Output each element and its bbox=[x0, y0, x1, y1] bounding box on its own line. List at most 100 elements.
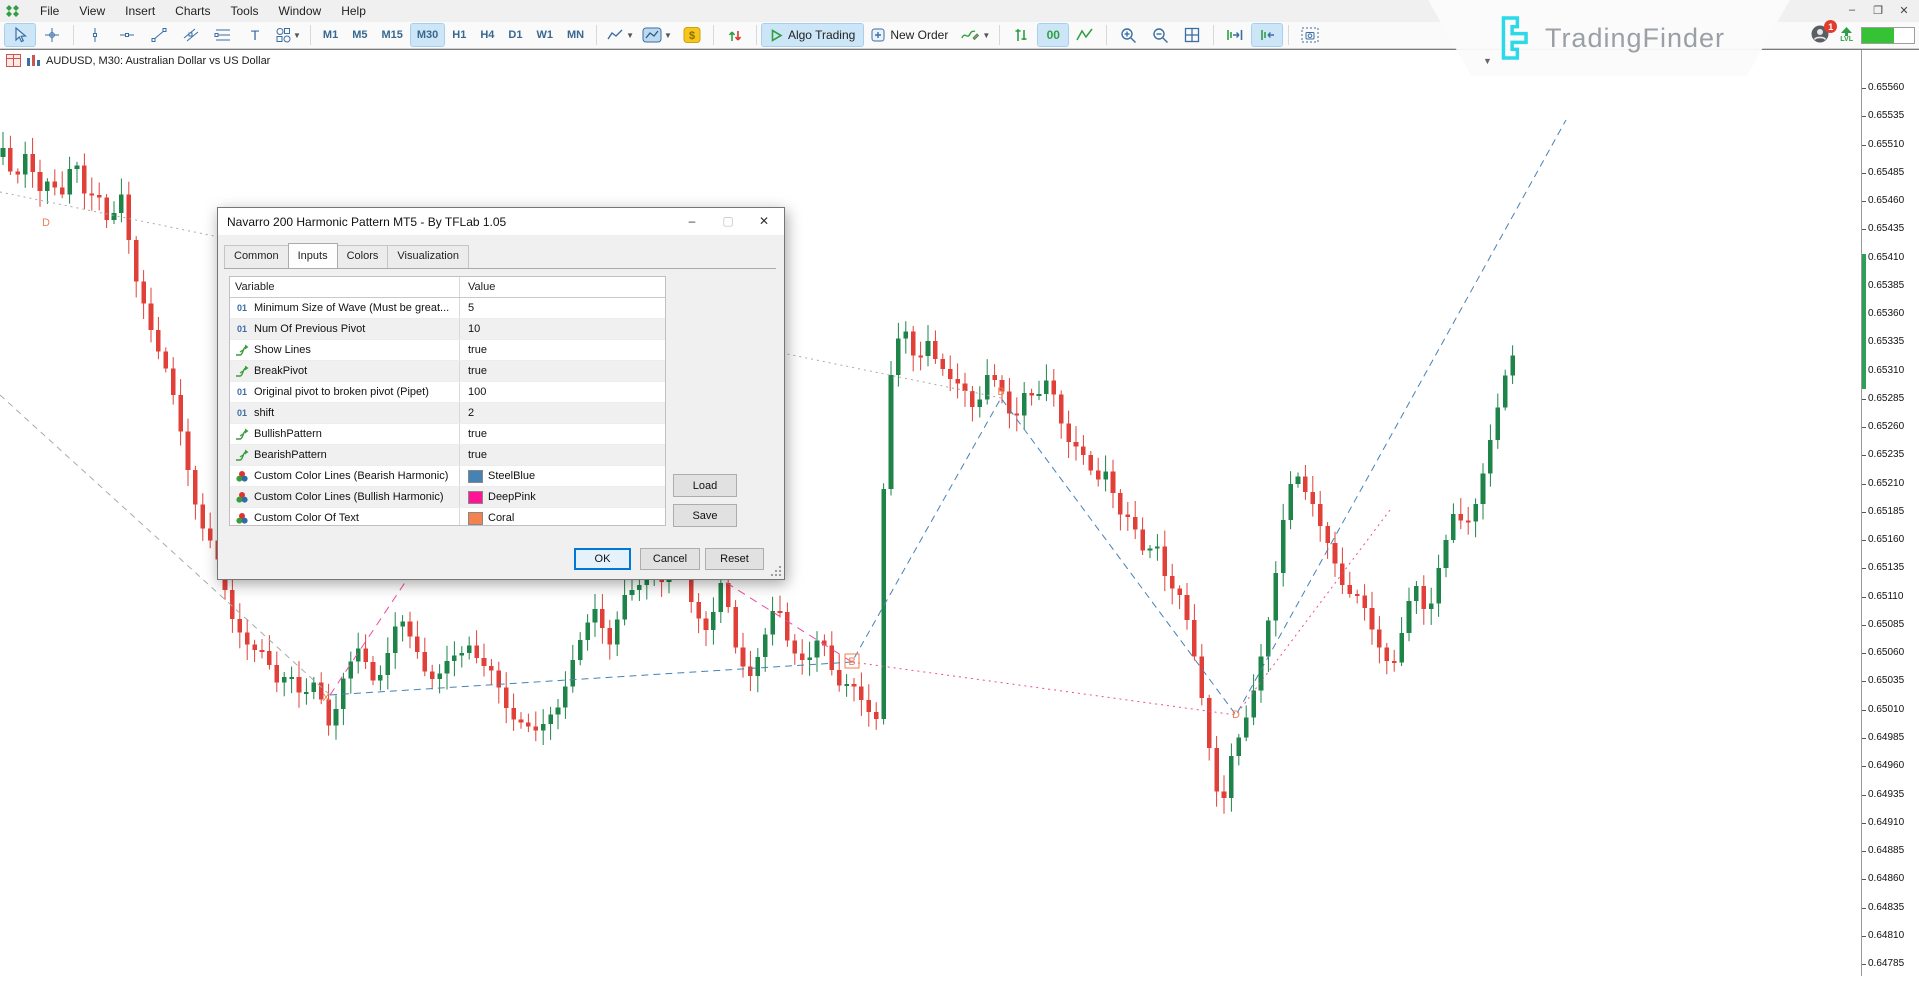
indicator-window-button[interactable]: ▼ bbox=[639, 24, 675, 46]
param-value-cell[interactable]: SteelBlue bbox=[460, 466, 665, 486]
chart-properties-icon[interactable] bbox=[6, 54, 21, 67]
algo-trading-button[interactable]: Algo Trading bbox=[762, 24, 863, 46]
cancel-button[interactable]: Cancel bbox=[640, 548, 700, 570]
tab-divider bbox=[224, 268, 776, 269]
param-value: DeepPink bbox=[488, 487, 536, 507]
load-button[interactable]: Load bbox=[673, 474, 737, 497]
param-value-cell[interactable]: true bbox=[460, 340, 665, 360]
tab-common[interactable]: Common bbox=[224, 245, 289, 268]
buy-sell-arrows-icon[interactable] bbox=[720, 24, 750, 46]
param-row[interactable]: BearishPatterntrue bbox=[230, 445, 665, 466]
zigzag-icon[interactable] bbox=[1070, 24, 1100, 46]
timeframe-w1[interactable]: W1 bbox=[530, 24, 559, 46]
param-value-cell[interactable]: 5 bbox=[460, 298, 665, 318]
tick-chart-button[interactable]: 00 bbox=[1038, 24, 1068, 46]
shapes-tool-button[interactable]: ▼ bbox=[272, 24, 304, 46]
param-row[interactable]: Custom Color Of TextCoral bbox=[230, 508, 665, 526]
price-tick: 0.64935 bbox=[1868, 789, 1904, 800]
param-value-cell[interactable]: DeepPink bbox=[460, 487, 665, 507]
timeframe-d1[interactable]: D1 bbox=[502, 24, 528, 46]
price-tick: 0.65435 bbox=[1868, 223, 1904, 234]
dialog-close-button[interactable]: ✕ bbox=[746, 210, 782, 232]
timeframe-h4[interactable]: H4 bbox=[474, 24, 500, 46]
timeframe-mn[interactable]: MN bbox=[561, 24, 590, 46]
param-value-cell[interactable]: true bbox=[460, 424, 665, 444]
text-tool-button[interactable]: T bbox=[240, 24, 270, 46]
tab-inputs[interactable]: Inputs bbox=[288, 243, 338, 268]
price-tick: 0.65010 bbox=[1868, 704, 1904, 715]
price-tick: 0.65510 bbox=[1868, 139, 1904, 150]
window-close-button[interactable]: ✕ bbox=[1891, 0, 1917, 20]
menu-file[interactable]: File bbox=[30, 1, 69, 21]
algo-trading-label: Algo Trading bbox=[788, 28, 855, 42]
price-axis[interactable]: 0.655600.655350.655100.654850.654600.654… bbox=[1861, 50, 1919, 976]
screenshot-button[interactable] bbox=[1295, 24, 1325, 46]
price-tick: 0.64835 bbox=[1868, 902, 1904, 913]
param-value-cell[interactable]: 2 bbox=[460, 403, 665, 423]
param-row[interactable]: 01Minimum Size of Wave (Must be great...… bbox=[230, 298, 665, 319]
param-name: Custom Color Lines (Bearish Harmonic) bbox=[254, 466, 448, 486]
param-row[interactable]: BreakPivottrue bbox=[230, 361, 665, 382]
param-row[interactable]: Custom Color Lines (Bullish Harmonic)Dee… bbox=[230, 487, 665, 508]
param-row[interactable]: 01Num Of Previous Pivot10 bbox=[230, 319, 665, 340]
crosshair-tool-button[interactable] bbox=[37, 24, 67, 46]
cursor-tool-button[interactable] bbox=[5, 24, 35, 46]
depth-of-market-icon[interactable] bbox=[1006, 24, 1036, 46]
tab-visualization[interactable]: Visualization bbox=[387, 245, 469, 268]
param-value-cell[interactable]: true bbox=[460, 361, 665, 381]
param-row[interactable]: Show Linestrue bbox=[230, 340, 665, 361]
param-row[interactable]: 01Original pivot to broken pivot (Pipet)… bbox=[230, 382, 665, 403]
window-restore-button[interactable]: ❐ bbox=[1865, 0, 1891, 20]
chart-mini-icon[interactable] bbox=[26, 54, 41, 67]
add-indicator-button[interactable]: ▼ bbox=[957, 24, 993, 46]
param-row[interactable]: Custom Color Lines (Bearish Harmonic) Ste… bbox=[230, 466, 665, 487]
window-minimize-button[interactable]: – bbox=[1839, 0, 1865, 20]
trendline-tool-button[interactable] bbox=[144, 24, 174, 46]
param-value-cell[interactable]: true bbox=[460, 445, 665, 465]
level-indicator[interactable]: LVL bbox=[1840, 27, 1853, 43]
param-value-cell[interactable]: Coral bbox=[460, 508, 665, 526]
timeframe-h1[interactable]: H1 bbox=[446, 24, 472, 46]
notifications-button[interactable]: 1 bbox=[1810, 24, 1832, 46]
pivot-label-X: X bbox=[322, 692, 330, 704]
menu-window[interactable]: Window bbox=[269, 1, 332, 21]
param-row[interactable]: 01shift2 bbox=[230, 403, 665, 424]
menu-charts[interactable]: Charts bbox=[165, 1, 220, 21]
dialog-resize-grip[interactable] bbox=[770, 565, 782, 577]
timeframe-m15[interactable]: M15 bbox=[375, 24, 408, 46]
param-value-cell[interactable]: 100 bbox=[460, 382, 665, 402]
timeframe-m30[interactable]: M30 bbox=[411, 24, 444, 46]
auto-scroll-button[interactable] bbox=[1220, 24, 1250, 46]
toolbar-separator bbox=[713, 25, 714, 45]
chevron-down-icon: ▼ bbox=[664, 31, 672, 40]
zoom-in-button[interactable] bbox=[1113, 24, 1143, 46]
menu-view[interactable]: View bbox=[69, 1, 115, 21]
tile-windows-button[interactable] bbox=[1177, 24, 1207, 46]
param-value-cell[interactable]: 10 bbox=[460, 319, 665, 339]
reset-button[interactable]: Reset bbox=[705, 548, 764, 570]
menu-insert[interactable]: Insert bbox=[115, 1, 165, 21]
ok-button[interactable]: OK bbox=[574, 548, 631, 570]
save-button[interactable]: Save bbox=[673, 504, 737, 527]
menu-tools[interactable]: Tools bbox=[221, 1, 269, 21]
menu-help[interactable]: Help bbox=[331, 1, 376, 21]
timeframe-m5[interactable]: M5 bbox=[346, 24, 373, 46]
toolbar-separator bbox=[310, 25, 311, 45]
channel-tool-button[interactable] bbox=[176, 24, 206, 46]
zoom-out-button[interactable] bbox=[1145, 24, 1175, 46]
chart-shift-button[interactable] bbox=[1252, 24, 1282, 46]
param-row[interactable]: BullishPatterntrue bbox=[230, 424, 665, 445]
notification-badge: 1 bbox=[1824, 20, 1837, 33]
dialog-minimize-button[interactable]: – bbox=[674, 210, 710, 232]
fibonacci-tool-button[interactable] bbox=[208, 24, 238, 46]
timeframe-m1[interactable]: M1 bbox=[317, 24, 344, 46]
horizontal-line-tool-button[interactable] bbox=[112, 24, 142, 46]
tab-colors[interactable]: Colors bbox=[337, 245, 389, 268]
dialog-maximize-button[interactable]: ▢ bbox=[710, 210, 746, 232]
vertical-line-tool-button[interactable] bbox=[80, 24, 110, 46]
indicator-properties-dialog: Navarro 200 Harmonic Pattern MT5 - By TF… bbox=[217, 207, 785, 580]
currency-button[interactable]: $ bbox=[677, 24, 707, 46]
new-order-button[interactable]: New Order bbox=[863, 24, 956, 46]
symbol-header: AUDUSD, M30: Australian Dollar vs US Dol… bbox=[6, 54, 270, 67]
chart-type-line-button[interactable]: ▼ bbox=[603, 24, 637, 46]
